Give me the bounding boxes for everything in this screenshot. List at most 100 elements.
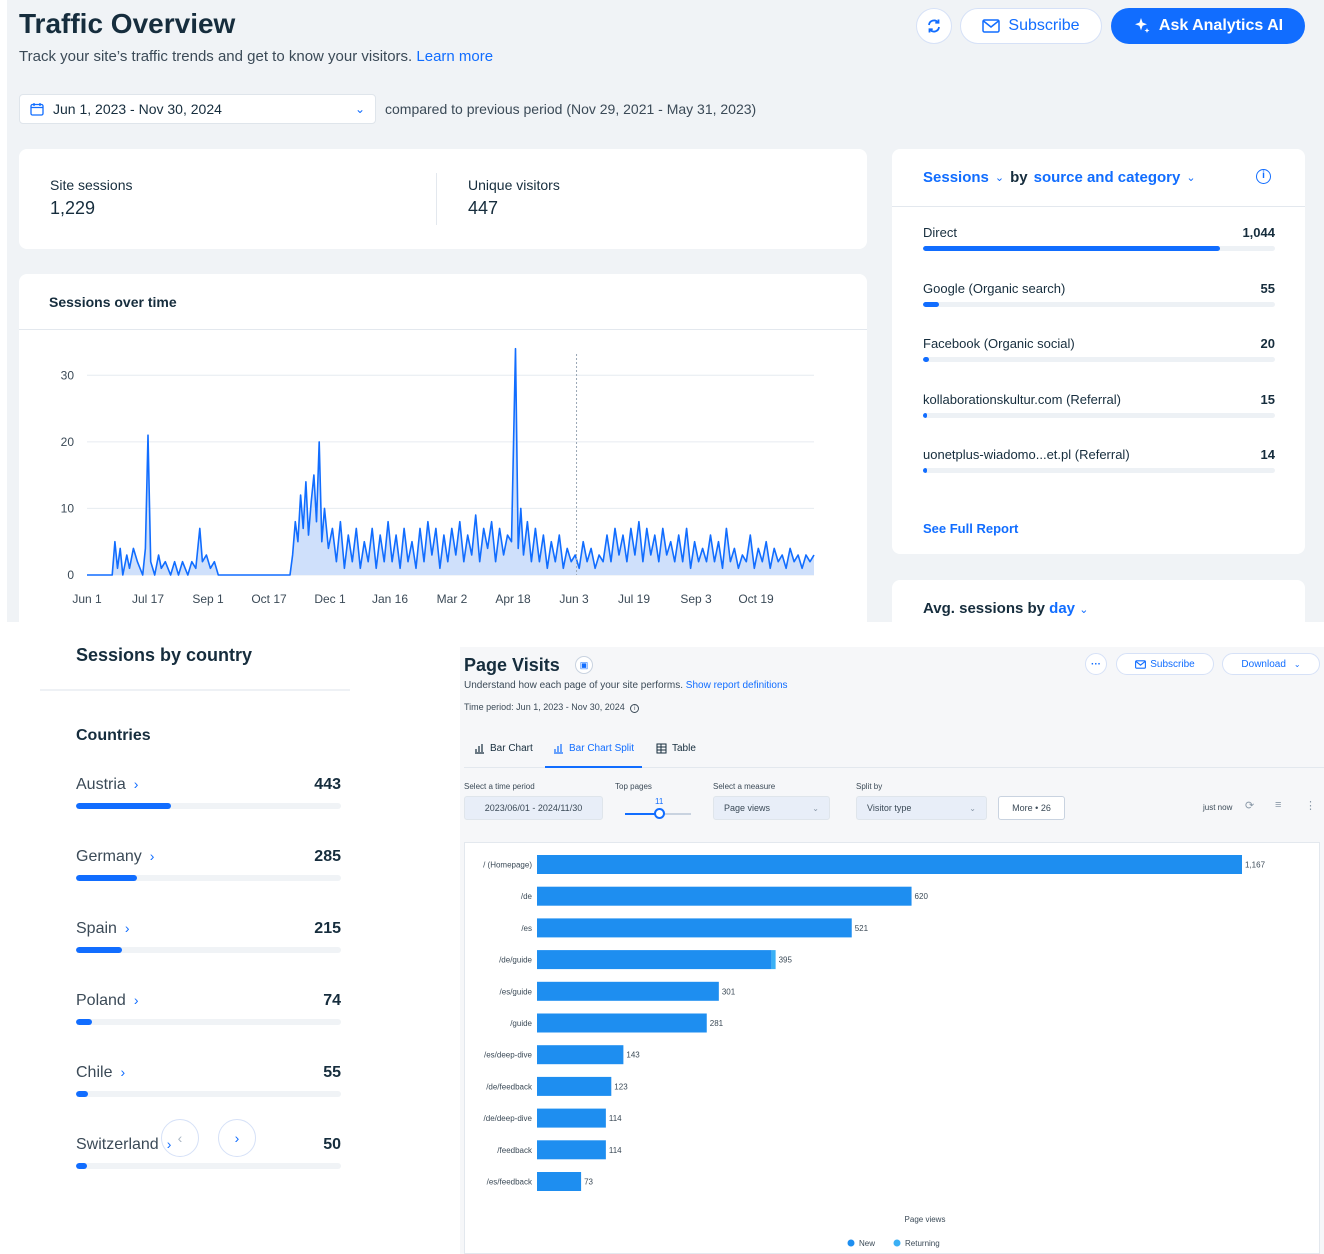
legend-label: New [859, 1239, 875, 1248]
x-tick-label: Mar 2 [437, 592, 468, 606]
mail-icon [982, 19, 1001, 33]
measure-value: Page views [724, 803, 771, 813]
bar-chart-icon [475, 744, 484, 754]
see-full-report-link[interactable]: See Full Report [923, 521, 1018, 536]
kpi-site-sessions[interactable]: Site sessions 1,229 [50, 177, 132, 219]
tab-bar-chart-split[interactable]: Bar Chart Split [545, 743, 643, 768]
time-period-select[interactable]: 2023/06/01 - 2024/11/30 [464, 796, 603, 820]
download-button[interactable]: Download ⌄ [1222, 653, 1320, 675]
country-row[interactable]: Austria › 443 [76, 776, 341, 810]
kpi-label: Unique visitors [468, 177, 560, 193]
source-row[interactable]: uonetplus-wiadomo...et.pl (Referral) 14 [923, 447, 1275, 477]
subscribe-label: Subscribe [1150, 658, 1195, 670]
chevron-right-icon: › [124, 920, 130, 936]
refresh-button[interactable] [916, 8, 952, 44]
legend-swatch [847, 1239, 855, 1247]
legend-label: Returning [905, 1239, 940, 1248]
measure-selector[interactable]: Sessions [923, 169, 989, 186]
next-page-button[interactable]: › [218, 1119, 256, 1157]
chevron-down-icon: ⌄ [812, 803, 819, 813]
download-label: Download [1241, 658, 1286, 670]
refresh-icon[interactable]: ⟳ [1245, 799, 1254, 812]
bar-category-label: /es/feedback [487, 1178, 533, 1187]
source-row[interactable]: Direct 1,044 [923, 225, 1275, 255]
y-tick-label: 20 [61, 435, 75, 449]
kebab-menu-icon[interactable]: ⋮ [1305, 799, 1316, 812]
bar-new [537, 950, 772, 970]
x-tick-label: Oct 17 [251, 592, 287, 606]
chevron-down-icon: ⌄ [1293, 659, 1301, 669]
x-tick-label: Jul 19 [618, 592, 650, 606]
bar-category-label: /es [521, 924, 532, 933]
bar-value-label: 620 [915, 892, 929, 901]
kpi-value: 447 [468, 198, 499, 218]
x-axis-label: Page views [905, 1215, 946, 1224]
kpi-unique-visitors[interactable]: Unique visitors 447 [468, 177, 560, 219]
country-row[interactable]: Chile › 55 [76, 1064, 341, 1098]
country-row[interactable]: Switzerland › 50 [76, 1136, 341, 1170]
source-row[interactable]: kollaborationskultur.com (Referral) 15 [923, 392, 1275, 422]
tab-table[interactable]: Table [656, 743, 696, 768]
bar-category-label: / (Homepage) [483, 861, 532, 870]
source-card-header: Sessions ⌄ by source and category ⌄ [923, 169, 1196, 186]
chevron-right-icon: › [234, 1130, 240, 1146]
date-range-picker[interactable]: Jun 1, 2023 - Nov 30, 2024 ⌄ [19, 94, 376, 124]
chevron-down-icon: ⌄ [969, 803, 976, 813]
split-by-select[interactable]: Visitor type ⌄ [856, 796, 987, 820]
tab-label: Bar Chart [490, 743, 533, 754]
chevron-right-icon: › [133, 776, 139, 792]
ask-analytics-ai-button[interactable]: Ask Analytics AI [1111, 8, 1305, 44]
bar-new [537, 886, 912, 906]
bar-new [537, 1013, 707, 1033]
bar-category-label: /de [521, 892, 533, 901]
country-bar-fill [76, 947, 123, 953]
top-pages-slider-handle[interactable] [654, 808, 665, 819]
tab-bar-chart[interactable]: Bar Chart [474, 743, 533, 768]
bar-category-label: /feedback [497, 1146, 533, 1155]
divider [892, 206, 1305, 207]
learn-more-link[interactable]: Learn more [416, 48, 493, 65]
country-name: Chile › [76, 1064, 125, 1082]
bar-category-label: /de/guide [499, 956, 532, 965]
source-row[interactable]: Facebook (Organic social) 20 [923, 336, 1275, 366]
info-icon[interactable]: i [1256, 169, 1271, 184]
bar-value-label: 521 [855, 924, 869, 933]
chevron-down-icon: ⌄ [1186, 172, 1196, 184]
subscribe-button[interactable]: Subscribe [960, 8, 1102, 44]
measure-select[interactable]: Page views ⌄ [713, 796, 830, 820]
country-row[interactable]: Spain › 215 [76, 920, 341, 954]
report-definitions-link[interactable]: Show report definitions [686, 680, 788, 691]
bookmark-icon[interactable]: ▣ [575, 656, 593, 674]
bar-value-label: 123 [614, 1082, 628, 1091]
page-visits-bar-chart[interactable]: / (Homepage) 1,167/de 620/es 521/de/guide 39… [465, 843, 1321, 1254]
avg-sessions-card: Avg. sessions by day ⌄ [892, 580, 1305, 622]
country-bar-fill [76, 875, 137, 881]
page-visits-subscribe-button[interactable]: Subscribe [1116, 653, 1214, 675]
sessions-line-chart[interactable]: 0 10 20 30 Jun 1 Jul 17 Sep 1 Oct 17 Dec 1 Jan 16… [19, 274, 867, 622]
source-row[interactable]: Google (Organic search) 55 [923, 281, 1275, 311]
y-tick-label: 30 [61, 368, 75, 382]
subscribe-label: Subscribe [1008, 17, 1080, 34]
country-bar-track [76, 1019, 341, 1025]
more-actions-button[interactable]: ··· [1085, 653, 1107, 675]
avg-title-text: Avg. sessions by [923, 600, 1045, 617]
page-visits-title: Page Visits [464, 655, 560, 675]
y-tick-label: 0 [67, 568, 74, 582]
chevron-left-icon: ‹ [177, 1130, 183, 1146]
source-label: Direct [923, 225, 957, 240]
more-filters-button[interactable]: More • 26 [998, 796, 1065, 820]
country-row[interactable]: Poland › 74 [76, 992, 341, 1026]
filter-icon[interactable]: ≡ [1275, 799, 1281, 811]
country-row[interactable]: Germany › 285 [76, 848, 341, 882]
bar-new [537, 1045, 624, 1065]
country-label: Chile [76, 1064, 113, 1081]
bar-value-label: 143 [626, 1051, 640, 1060]
source-label: Google (Organic search) [923, 280, 1066, 296]
previous-page-button[interactable]: ‹ [161, 1119, 199, 1157]
day-selector[interactable]: day [1049, 600, 1075, 617]
info-icon[interactable]: i [630, 704, 640, 713]
dimension-selector[interactable]: source and category [1034, 169, 1181, 186]
country-bar-fill [76, 1019, 92, 1025]
bar-category-label: /es/deep-dive [484, 1051, 533, 1060]
top-pages-value: 11 [655, 797, 664, 806]
